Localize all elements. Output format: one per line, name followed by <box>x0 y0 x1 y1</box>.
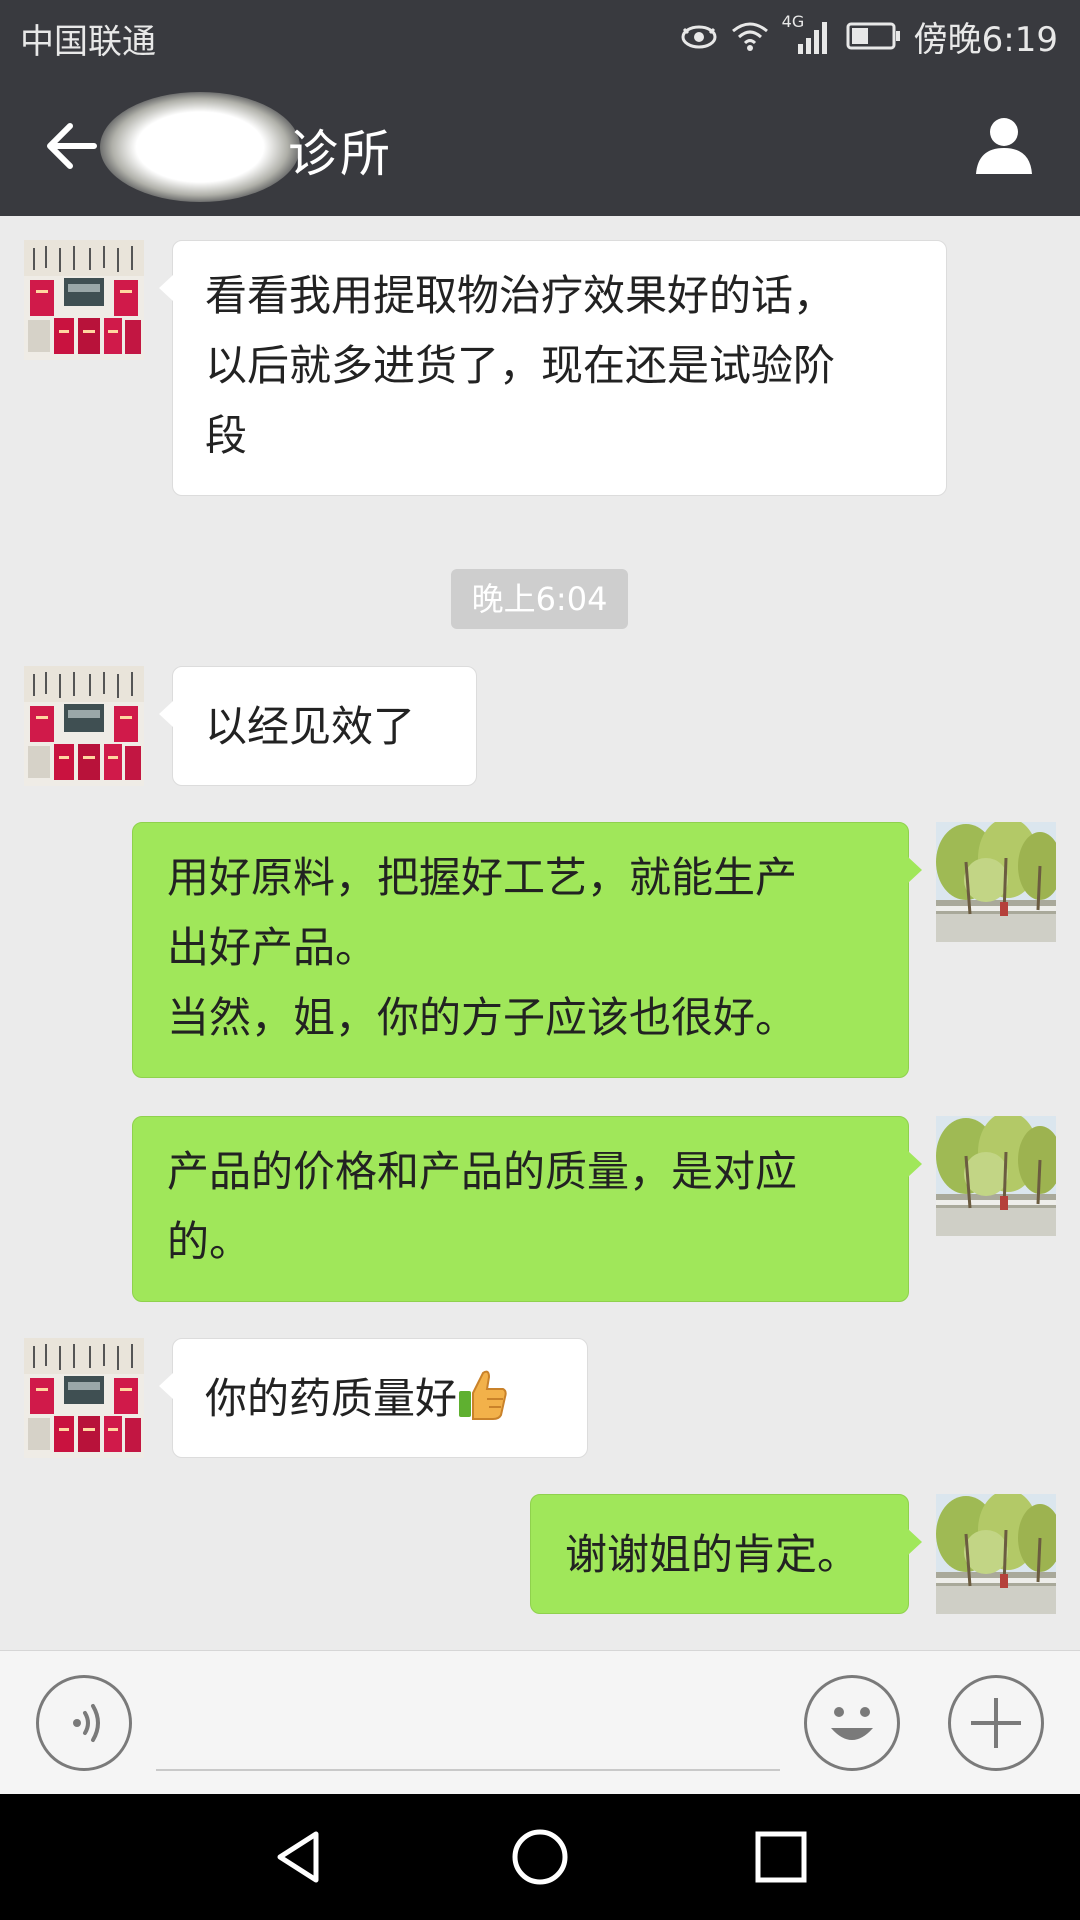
arrow-left-icon[interactable] <box>42 116 102 176</box>
redacted-name-mask <box>100 92 300 202</box>
wifi-icon <box>730 21 770 51</box>
tree-avatar[interactable] <box>936 822 1056 942</box>
message-text: 产品的价格和产品的质量，是对应 <box>167 1147 798 1196</box>
clock: 傍晚6:19 <box>913 19 1058 60</box>
message-bubble-incoming[interactable]: 以经见效了 <box>159 666 477 786</box>
thumbs-up-icon <box>457 1367 509 1421</box>
clinic-avatar[interactable] <box>24 240 144 360</box>
battery-icon <box>846 21 902 51</box>
message-bubble-outgoing[interactable]: 谢谢姐的肯定。 <box>530 1494 922 1614</box>
chat-title: 诊所 <box>288 125 392 183</box>
square-recents-icon[interactable] <box>750 1826 812 1888</box>
carrier-name: 中国联通 <box>20 22 156 62</box>
message-text: 用好原料，把握好工艺，就能生产 <box>167 853 798 902</box>
status-bar: 中国联通 4G 傍晚6:19 <box>0 0 1080 72</box>
plus-icon[interactable] <box>948 1675 1044 1771</box>
message-text: 谢谢姐的肯定。 <box>565 1530 860 1579</box>
tree-avatar[interactable] <box>936 1116 1056 1236</box>
signal-icon: 4G <box>782 12 834 56</box>
message-text: 的。 <box>167 1217 252 1266</box>
message-text: 看看我用提取物治疗效果好的话， <box>205 271 836 320</box>
message-text: 段 <box>205 411 248 460</box>
message-bubble-outgoing[interactable]: 用好原料，把握好工艺，就能生产 出好产品。 当然，姐，你的方子应该也很好。 <box>132 822 922 1078</box>
smiley-icon[interactable] <box>804 1675 900 1771</box>
clinic-avatar[interactable] <box>24 666 144 786</box>
input-bar <box>0 1650 1080 1794</box>
message-bubble-incoming[interactable]: 你的药质量好 <box>159 1338 588 1458</box>
message-text: 以后就多进货了，现在还是试验阶 <box>205 341 836 390</box>
message-text: 你的药质量好 <box>205 1374 458 1423</box>
message-text: 出好产品。 <box>167 923 378 972</box>
clinic-avatar[interactable] <box>24 1338 144 1458</box>
time-divider: 晚上6:04 <box>451 569 628 629</box>
status-icons: 4G 傍晚6:19 <box>680 12 1058 60</box>
title-bar: 诊所 <box>0 72 1080 216</box>
eye-icon <box>680 21 718 51</box>
voice-icon[interactable] <box>36 1675 132 1771</box>
message-bubble-incoming[interactable]: 看看我用提取物治疗效果好的话， 以后就多进货了，现在还是试验阶 段 <box>159 240 947 496</box>
person-icon[interactable] <box>972 112 1036 176</box>
message-text: 以经见效了 <box>205 702 416 751</box>
message-text: 当然，姐，你的方子应该也很好。 <box>167 993 798 1042</box>
message-bubble-outgoing[interactable]: 产品的价格和产品的质量，是对应 的。 <box>132 1116 922 1302</box>
navigation-bar <box>0 1794 1080 1920</box>
triangle-back-icon[interactable] <box>268 1826 330 1888</box>
tree-avatar[interactable] <box>936 1494 1056 1614</box>
chat-area[interactable]: 看看我用提取物治疗效果好的话， 以后就多进货了，现在还是试验阶 段 晚上6:04… <box>0 216 1080 1650</box>
network-type: 4G <box>781 12 805 31</box>
message-input[interactable] <box>156 1769 780 1771</box>
circle-home-icon[interactable] <box>509 1826 571 1888</box>
